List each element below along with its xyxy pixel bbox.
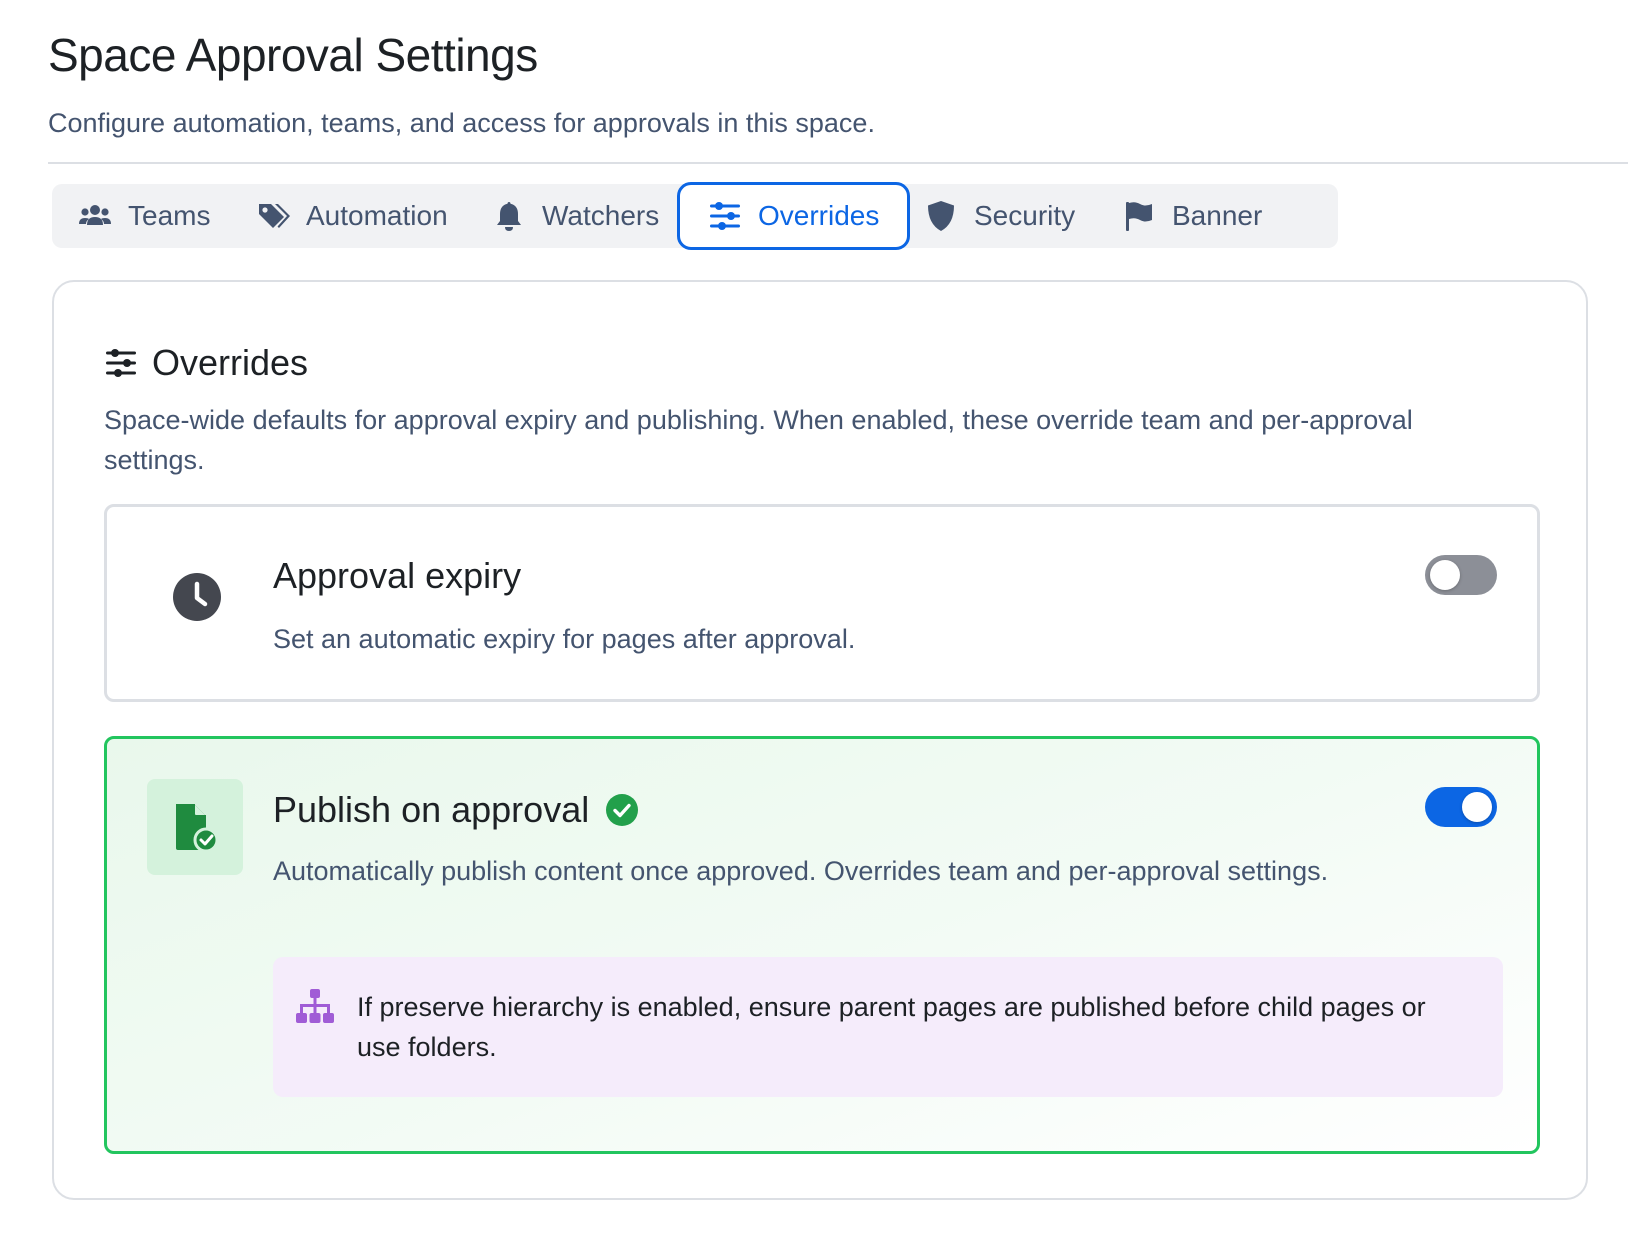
header-divider [48,162,1628,164]
settings-tabs: Teams Automation Watchers Overrides Secu… [52,182,1338,250]
panel-header: Overrides [104,342,308,384]
approval-expiry-title: Approval expiry [273,555,522,596]
page-subtitle: Configure automation, teams, and access … [48,108,875,138]
file-check-icon [176,804,219,853]
hierarchy-note: If preserve hierarchy is enabled, ensure… [273,957,1503,1097]
publish-on-approval-toggle[interactable] [1425,787,1497,827]
tab-label: Automation [306,200,448,231]
tab-security[interactable]: Security [924,184,1075,248]
page-title: Space Approval Settings [48,29,538,81]
publish-icon-tile [147,779,243,875]
tags-icon [259,204,290,228]
check-circle-icon [606,794,639,826]
tab-label: Security [974,200,1076,231]
hierarchy-note-text: If preserve hierarchy is enabled, ensure… [357,992,1426,1062]
tab-label: Overrides [758,200,880,231]
publish-on-approval-title: Publish on approval [273,789,590,830]
shield-icon [928,201,954,231]
panel-description: Space-wide defaults for approval expiry … [104,405,1413,475]
approval-expiry-toggle[interactable] [1425,555,1497,595]
tab-overrides[interactable]: Overrides [677,182,911,250]
overrides-panel: Overrides Space-wide defaults for approv… [52,280,1588,1200]
publish-on-approval-setting: Publish on approval Automatically publis… [104,736,1540,1154]
toggle-knob [1462,792,1492,822]
tab-label: Banner [1172,200,1263,231]
tab-label: Teams [128,200,211,231]
approval-expiry-description: Set an automatic expiry for pages after … [273,624,856,654]
setting-title: Publish on approval [273,789,639,831]
clock-icon [173,573,221,621]
tab-label: Watchers [542,200,660,231]
approval-expiry-setting: Approval expiry Set an automatic expiry … [104,504,1540,702]
setting-title: Approval expiry [273,555,521,597]
tab-automation[interactable]: Automation [256,184,448,248]
publish-on-approval-description: Automatically publish content once appro… [273,856,1329,886]
people-icon [79,205,111,225]
sliders-icon [710,202,740,230]
sitemap-icon [296,989,334,1023]
tab-teams[interactable]: Teams [78,184,210,248]
panel-title: Overrides [152,342,309,383]
toggle-knob [1430,560,1460,590]
tab-banner[interactable]: Banner [1122,184,1262,248]
tab-watchers[interactable]: Watchers [492,184,659,248]
bell-icon [497,202,521,231]
sliders-icon [106,349,136,377]
flag-icon [1126,202,1152,231]
